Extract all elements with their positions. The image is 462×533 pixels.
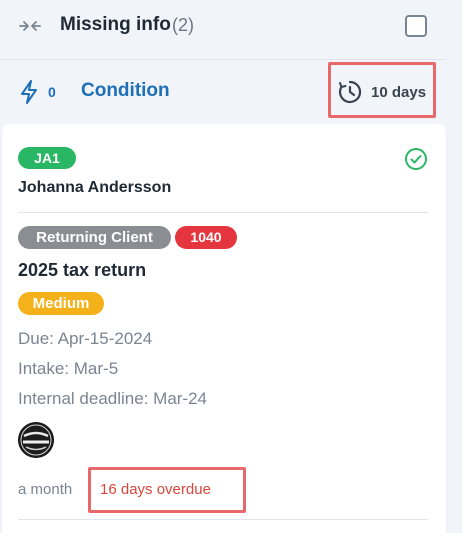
general-ledger-logo — [18, 422, 54, 458]
due-date: Due: Apr-15-2024 — [18, 329, 153, 348]
column-meta-row: 0 Condition 10 days — [0, 62, 446, 122]
collapse-arrows-icon[interactable] — [18, 17, 42, 35]
duration-label: 10 days — [371, 84, 427, 101]
intake-date: Intake: Mar-5 — [18, 359, 119, 378]
bolt-icon[interactable] — [18, 79, 40, 105]
condition-link[interactable]: Condition — [81, 80, 170, 102]
priority-badge: Medium — [18, 292, 104, 315]
task-card[interactable]: JA1 Johanna Andersson Returning Client 1… — [2, 124, 446, 533]
missing-info-column: Missing info (2) 0 Condition 10 days JA1… — [0, 0, 446, 533]
column-title: Missing info — [60, 14, 171, 35]
assignee-avatar[interactable] — [18, 422, 54, 458]
scrollbar-track[interactable] — [448, 0, 462, 533]
column-count: (2) — [172, 15, 194, 35]
column-header: Missing info (2) — [0, 0, 446, 60]
automation-count: 0 — [48, 84, 56, 100]
check-circle-icon[interactable] — [404, 147, 428, 171]
select-all-checkbox[interactable] — [405, 15, 427, 37]
form-tag: 1040 — [175, 226, 237, 249]
client-initials-badge: JA1 — [18, 147, 76, 169]
card-divider — [18, 519, 428, 520]
card-divider — [18, 212, 428, 213]
clock-history-icon — [338, 80, 362, 104]
task-title[interactable]: 2025 tax return — [18, 260, 146, 281]
time-ago: a month — [18, 481, 73, 498]
internal-deadline: Internal deadline: Mar-24 — [18, 389, 208, 408]
client-name[interactable]: Johanna Andersson — [18, 179, 171, 197]
overdue-status: 16 days overdue — [100, 481, 211, 498]
client-type-tag: Returning Client — [18, 226, 171, 249]
